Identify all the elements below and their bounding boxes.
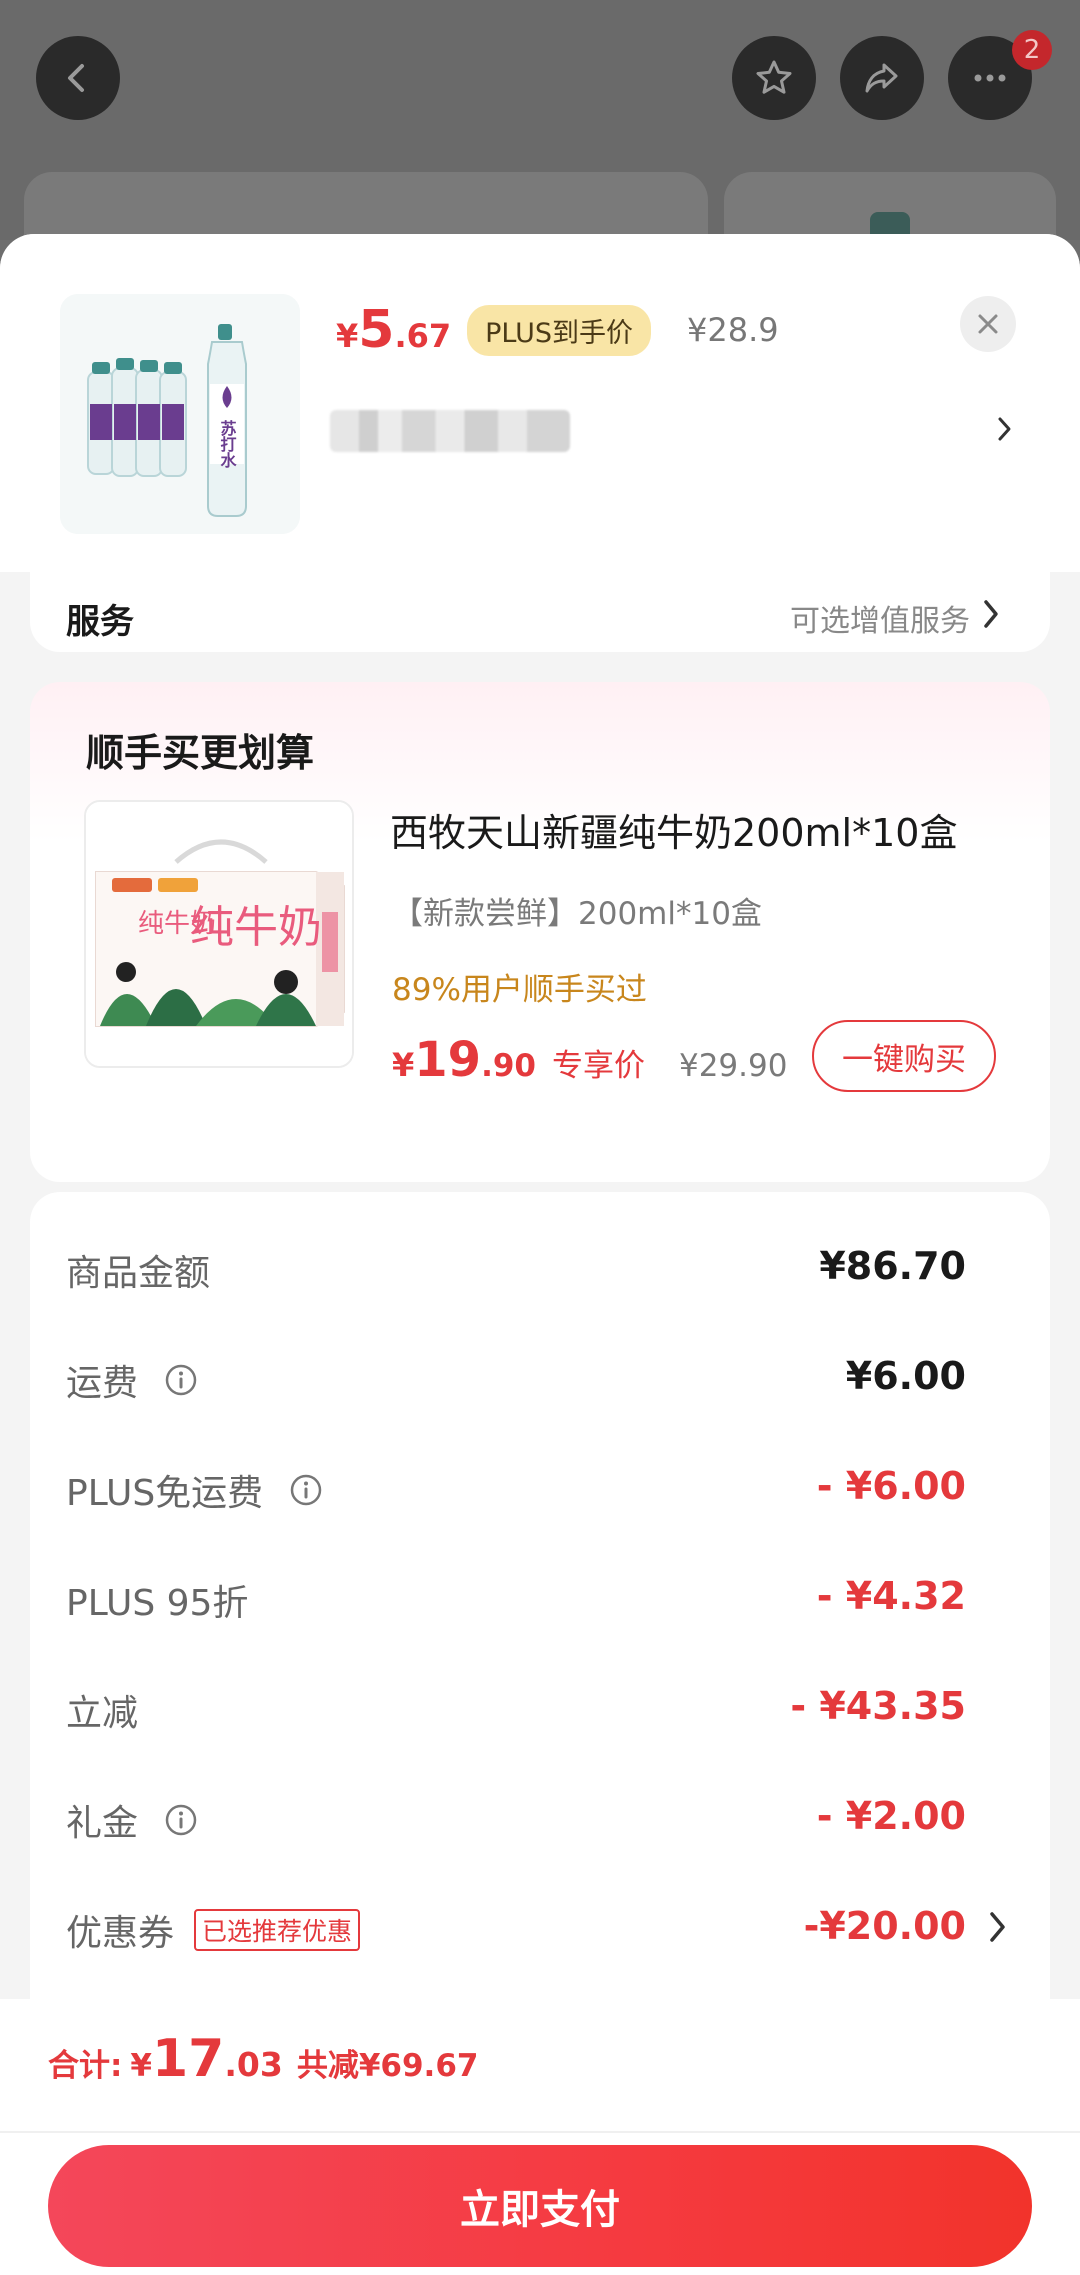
cost-row[interactable]: 优惠券 已选推荐优惠 -¥20.00 [30, 1892, 1050, 1962]
cost-label-wrap: PLUS免运费 [66, 1464, 323, 1516]
upsell-product-image[interactable]: 纯牛奶 纯牛奶 [84, 800, 354, 1068]
cost-label: PLUS免运费 [66, 1473, 264, 1514]
upsell-title: 顺手买更划算 [86, 731, 315, 775]
price-currency: ¥ [336, 317, 359, 355]
more-icon [974, 74, 1006, 82]
chevron-right-icon [990, 1912, 1005, 1942]
cost-label-wrap: PLUS 95折 [66, 1574, 248, 1626]
cost-value: ¥86.70 [819, 1244, 966, 1288]
close-icon [978, 314, 998, 334]
cost-label: 立减 [66, 1693, 139, 1734]
image-label-main: 纯牛奶 [190, 902, 322, 953]
share-icon [865, 63, 898, 93]
one-click-buy-button[interactable]: 一键购买 [812, 1020, 996, 1092]
cost-label: 商品金额 [66, 1253, 211, 1294]
cost-label: PLUS 95折 [66, 1583, 249, 1624]
back-button[interactable] [36, 36, 120, 120]
price-integer: 5 [358, 300, 395, 360]
product-price-row: ¥ 5 .67 PLUS到手价 ¥28.9 [336, 300, 779, 360]
total-decimal: .03 [224, 2045, 283, 2084]
upsell-product-name[interactable]: 西牧天山新疆纯牛奶200ml*10盒 [390, 802, 957, 857]
product-header: 苏打水 ¥ 5 .67 PLUS到手价 ¥28.9 [0, 234, 1080, 572]
cost-row: PLUS免运费 - ¥6.00 [30, 1452, 1050, 1522]
pay-now-button[interactable]: 立即支付 [48, 2145, 1032, 2267]
background-bottle-cap [870, 212, 910, 236]
info-icon[interactable] [164, 1363, 198, 1397]
upsell-price-row: ¥ 19 .90 专享价 ¥29.90 [392, 1032, 787, 1088]
upsell-bought-ratio: 89%用户顺手买过 [392, 972, 647, 1008]
checkout-bar: 合计: ¥ 17 .03 共减¥69.67 立即支付 [0, 1999, 1080, 2275]
upsell-original-price: ¥29.90 [678, 1048, 788, 1084]
upsell-price-decimal: .90 [481, 1048, 536, 1084]
upsell-price-integer: 19 [414, 1032, 482, 1088]
selected-spec-blurred[interactable] [330, 410, 570, 452]
upsell-card: 顺手买更划算 纯牛奶 纯牛奶 西牧天山新疆纯牛奶200ml*10盒 【新款尝鲜】… [30, 682, 1050, 1182]
notification-badge: 2 [1012, 30, 1052, 70]
cost-label: 礼金 [66, 1803, 139, 1844]
back-icon [68, 64, 84, 92]
coupon-selected-badge: 已选推荐优惠 [194, 1909, 361, 1951]
cost-row: 运费 ¥6.00 [30, 1342, 1050, 1412]
upsell-price-label: 专享价 [551, 1048, 645, 1084]
cost-value: - ¥4.32 [816, 1574, 966, 1618]
total-integer: 17 [151, 2029, 225, 2089]
chevron-right-icon [984, 600, 998, 628]
spec-select-arrow[interactable] [990, 404, 1020, 454]
share-button[interactable] [840, 36, 924, 120]
total-currency: ¥ [130, 2048, 152, 2084]
price-decimal: .67 [394, 317, 452, 355]
bottle-label: 苏打水 [218, 419, 237, 469]
total-label: 合计: [48, 2048, 123, 2084]
cost-row: PLUS 95折 - ¥4.32 [30, 1562, 1050, 1632]
original-price: ¥28.9 [687, 311, 779, 349]
cost-label-wrap: 商品金额 [66, 1244, 210, 1296]
divider [0, 2131, 1080, 2133]
cost-label-wrap: 立减 [66, 1684, 138, 1736]
info-icon[interactable] [289, 1473, 323, 1507]
service-label: 服务 [66, 602, 134, 642]
cost-value: -¥20.00 [803, 1904, 966, 1948]
cost-label-wrap: 运费 [66, 1354, 198, 1406]
cost-value: - ¥43.35 [790, 1684, 966, 1728]
favorite-button[interactable] [732, 36, 816, 120]
star-icon [756, 60, 792, 94]
info-icon[interactable] [164, 1803, 198, 1837]
cost-row: 商品金额 ¥86.70 [30, 1232, 1050, 1302]
chevron-right-icon [998, 417, 1011, 441]
cost-label: 运费 [66, 1363, 139, 1404]
plus-price-tag: PLUS到手价 [467, 304, 652, 356]
upsell-price-currency: ¥ [392, 1046, 415, 1084]
cost-value: - ¥6.00 [816, 1464, 966, 1508]
product-thumbnail: 苏打水 [60, 294, 300, 534]
cost-label: 优惠券 [66, 1913, 175, 1954]
cost-row: 立减 - ¥43.35 [30, 1672, 1050, 1742]
cost-value: ¥6.00 [845, 1354, 966, 1398]
cost-value: - ¥2.00 [816, 1794, 966, 1838]
cost-label-wrap: 礼金 [66, 1794, 198, 1846]
cost-label-wrap: 优惠券 已选推荐优惠 [66, 1904, 361, 1956]
cost-row: 礼金 - ¥2.00 [30, 1782, 1050, 1852]
close-button[interactable] [960, 296, 1016, 352]
checkout-sheet: 苏打水 ¥ 5 .67 PLUS到手价 ¥28.9 服务 可选增值服务 顺手买更… [0, 234, 1080, 2275]
service-value: 可选增值服务 [790, 604, 970, 639]
upsell-product-spec: 【新款尝鲜】200ml*10盒 [392, 896, 762, 932]
total-row: 合计: ¥ 17 .03 共减¥69.67 [48, 2029, 478, 2089]
total-saved: 共减¥69.67 [296, 2048, 479, 2084]
